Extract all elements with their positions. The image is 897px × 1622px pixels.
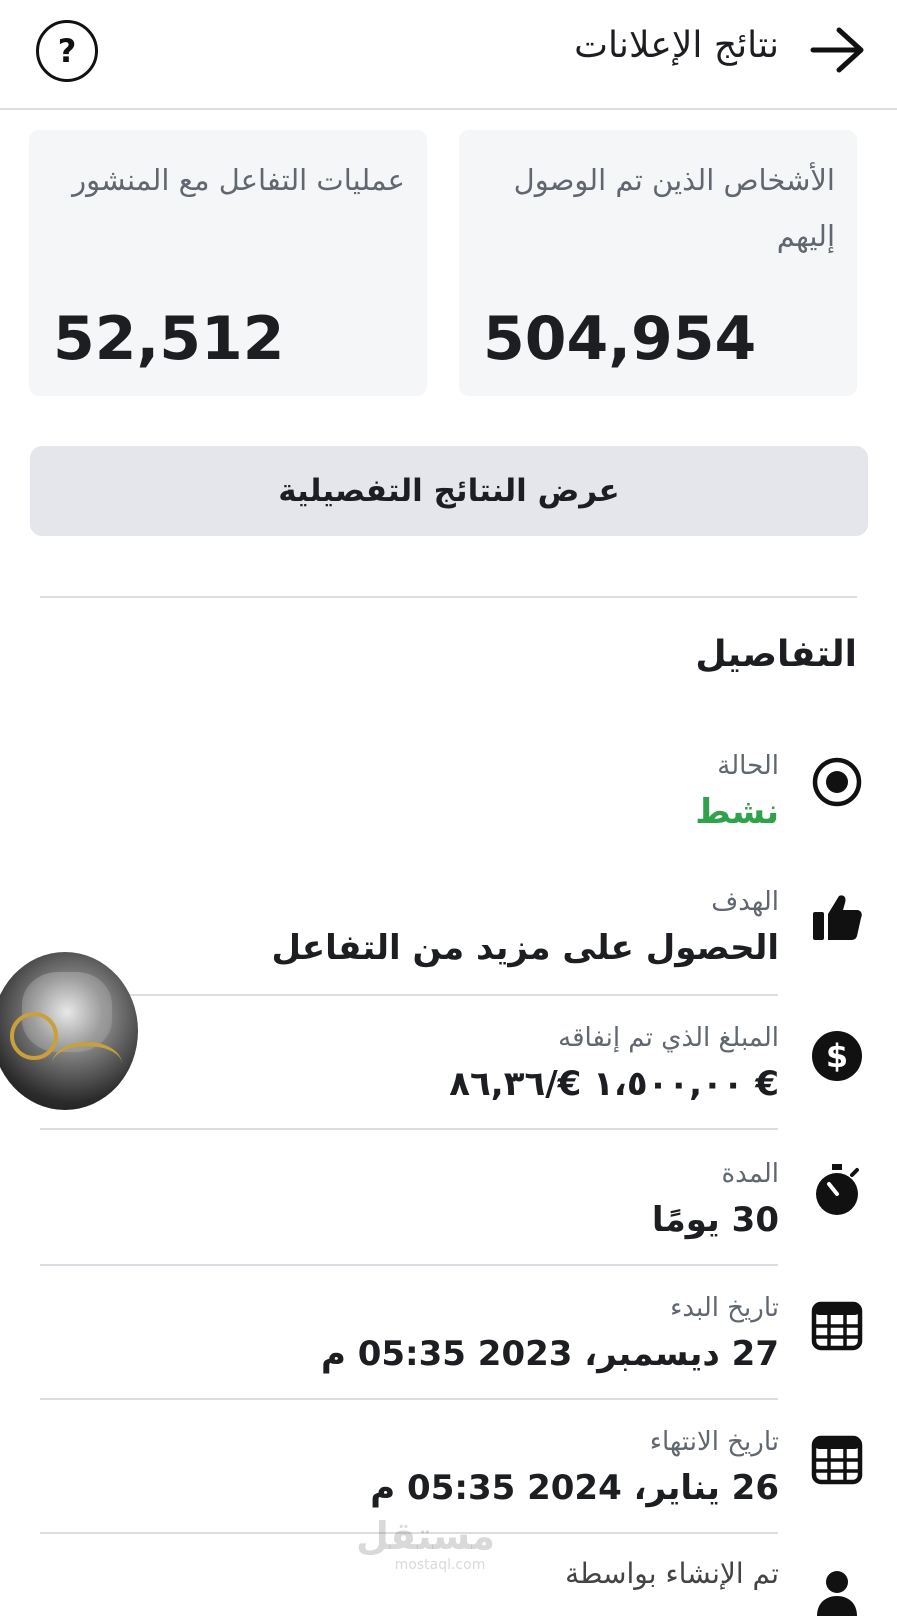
section-divider: [40, 596, 857, 598]
status-label: الحالة: [717, 751, 779, 781]
watermark-arabic: مستقل: [356, 1514, 495, 1558]
thumbs-up-icon: [813, 895, 862, 940]
reach-value: 504,954: [483, 304, 757, 374]
calendar-icon: [811, 1301, 863, 1351]
engagement-value: 52,512: [53, 304, 285, 374]
amount-label: المبلغ الذي تم إنفاقه: [558, 1023, 779, 1053]
start-date-value: 27 ديسمبر، 2023 05:35 م: [320, 1334, 779, 1374]
duration-value: 30 يومًا: [651, 1200, 779, 1240]
app-header: نتائج الإعلانات ?: [0, 0, 897, 110]
objective-value: الحصول على مزيد من التفاعل: [271, 928, 779, 968]
reach-card: الأشخاص الذين تم الوصول إليهم 504,954: [459, 130, 857, 396]
svg-text:$: $: [826, 1037, 848, 1075]
page-title: نتائج الإعلانات: [574, 25, 779, 66]
row-divider: [40, 1398, 778, 1400]
objective-label: الهدف: [711, 887, 779, 917]
details-title: التفاصيل: [695, 634, 857, 675]
avatar-ornament: [52, 1042, 122, 1086]
view-detailed-results-button[interactable]: عرض النتائج التفصيلية: [30, 446, 868, 536]
created-by-label: تم الإنشاء بواسطة: [565, 1557, 779, 1590]
calendar-icon: [811, 1435, 863, 1485]
watermark: مستقل mostaql.com: [356, 1514, 495, 1574]
status-value: نشط: [695, 792, 779, 832]
duration-label: المدة: [721, 1159, 779, 1189]
reach-label: الأشخاص الذين تم الوصول إليهم: [513, 163, 835, 253]
stopwatch-icon: [816, 1164, 859, 1215]
amount-value: € ١،٥٠٠,٠٠ €/٨٦,٣٦: [449, 1064, 779, 1104]
floating-avatar[interactable]: [0, 952, 138, 1110]
avatar-ornament: [10, 1012, 58, 1060]
radio-target-icon: [812, 757, 862, 807]
help-button[interactable]: ?: [36, 20, 98, 82]
person-icon: [817, 1571, 857, 1616]
end-date-label: تاريخ الانتهاء: [649, 1427, 779, 1457]
engagement-card: عمليات التفاعل مع المنشور 52,512: [29, 130, 427, 396]
row-divider: [40, 1264, 778, 1266]
end-date-value: 26 يناير، 2024 05:35 م: [370, 1468, 779, 1508]
engagement-label: عمليات التفاعل مع المنشور: [72, 163, 405, 197]
row-divider: [40, 1128, 778, 1130]
row-divider: [40, 994, 778, 996]
watermark-latin: mostaql.com: [394, 1557, 486, 1573]
start-date-label: تاريخ البدء: [670, 1293, 779, 1323]
dollar-icon: $: [812, 1031, 862, 1081]
arrow-right-icon[interactable]: [805, 18, 869, 82]
